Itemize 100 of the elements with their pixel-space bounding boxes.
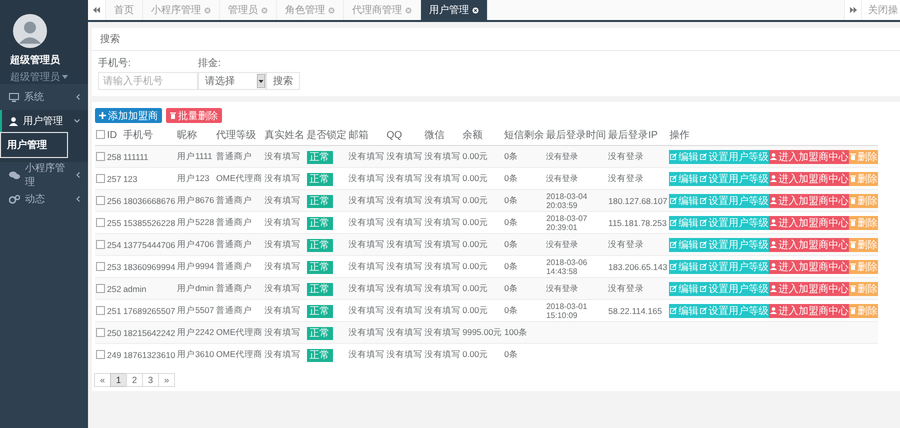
action-button[interactable]: 设置用户等级 (699, 282, 770, 296)
action-button[interactable]: 设置用户等级 (699, 194, 770, 208)
submenu-item[interactable]: 用户管理 (0, 132, 68, 158)
action-button[interactable]: 进入加盟商中心 (769, 194, 850, 208)
action-button[interactable]: 进入加盟商中心 (769, 282, 850, 296)
edit-icon (700, 307, 708, 314)
chevron-left-icon (76, 172, 80, 178)
action-button[interactable]: 编辑 (669, 150, 700, 164)
toolbar-button[interactable]: 添加加盟商 (95, 108, 162, 123)
action-button[interactable]: 进入加盟商中心 (769, 216, 850, 230)
phone-input[interactable]: 请输入手机号 (98, 72, 198, 90)
action-button[interactable]: 进入加盟商中心 (769, 238, 850, 252)
action-button[interactable]: 设置用户等级 (699, 304, 770, 318)
action-button[interactable]: 删除 (849, 150, 878, 164)
action-button[interactable]: 进入加盟商中心 (769, 172, 850, 186)
action-button[interactable]: 删除 (849, 172, 878, 186)
action-button[interactable]: 删除 (849, 260, 878, 274)
row-checkbox[interactable] (96, 240, 105, 249)
table-cell: 没有填写 (264, 278, 306, 300)
table-cell: 18036668676 (122, 190, 176, 212)
action-button[interactable]: 删除 (849, 304, 878, 318)
tab[interactable]: 管理员 (220, 0, 277, 20)
menu-item[interactable]: 系统 (0, 86, 88, 108)
action-button[interactable]: 设置用户等级 (699, 260, 770, 274)
table-cell: 普通商户 (215, 190, 264, 212)
toolbar-button[interactable]: 批量删除 (166, 108, 222, 123)
close-icon[interactable] (472, 6, 479, 14)
row-checkbox[interactable] (96, 196, 105, 205)
table-cell: 249 (106, 344, 122, 365)
status-badge: 正常 (306, 304, 332, 318)
previous-page-button[interactable]: « (94, 373, 112, 387)
action-button[interactable]: 删除 (849, 282, 878, 296)
table-cell: 250 (106, 322, 122, 344)
search-button[interactable]: 搜索 (266, 72, 300, 90)
monitor-icon (9, 92, 19, 102)
select-field[interactable]: 请选择 (198, 72, 266, 90)
action-button[interactable]: 删除 (849, 216, 878, 230)
edit-icon (700, 175, 708, 182)
action-button[interactable]: 设置用户等级 (699, 150, 770, 164)
scroll-left-button[interactable] (88, 0, 106, 20)
table-cell: 没有填写 (424, 322, 462, 344)
table-cell: 111111 (122, 146, 176, 168)
next-page-button[interactable]: » (158, 373, 176, 387)
row-checkbox[interactable] (96, 262, 105, 271)
table-cell: 没有填写 (264, 322, 306, 344)
row-checkbox[interactable] (96, 306, 105, 315)
trash-icon (850, 219, 856, 226)
table-cell: 0.00元 (462, 190, 504, 212)
table-cell: 没有登录 (546, 174, 578, 183)
user-icon (770, 175, 778, 182)
row-checkbox[interactable] (96, 152, 105, 161)
action-button[interactable]: 进入加盟商中心 (769, 260, 850, 274)
table-cell: 没有填写 (348, 322, 386, 344)
action-button[interactable]: 进入加盟商中心 (769, 304, 850, 318)
row-checkbox[interactable] (96, 350, 105, 359)
action-button[interactable]: 设置用户等级 (699, 216, 770, 230)
table-cell: 183.206.65.143 (608, 262, 668, 272)
action-button[interactable]: 编辑 (669, 260, 700, 274)
user-icon (9, 116, 18, 126)
row-checkbox[interactable] (96, 174, 105, 183)
close-operations-button[interactable]: 关闭操 (862, 0, 900, 20)
page-button[interactable]: 1 (110, 373, 128, 387)
row-checkbox[interactable] (96, 284, 105, 293)
select-all-checkbox[interactable] (96, 130, 105, 140)
action-button[interactable]: 删除 (849, 194, 878, 208)
row-checkbox[interactable] (96, 328, 105, 337)
tab[interactable]: 首页 (106, 0, 143, 20)
scroll-right-button[interactable] (844, 0, 862, 20)
table-cell: 0条 (503, 190, 546, 212)
action-button[interactable]: 编辑 (669, 282, 700, 296)
table-cell: 115.181.78.253 (608, 218, 667, 228)
page-button[interactable]: 3 (142, 373, 160, 387)
table-cell: 没有填写 (386, 322, 424, 344)
action-button[interactable]: 编辑 (669, 304, 700, 318)
table-cell: 0条 (503, 146, 546, 168)
page-button[interactable]: 2 (126, 373, 144, 387)
status-badge: 正常 (306, 326, 332, 340)
menu-item[interactable]: 用户管理 (0, 110, 88, 132)
table-cell: OME代理商 (215, 344, 264, 365)
tab[interactable]: 用户管理 (421, 0, 488, 20)
user-role-dropdown[interactable]: 超级管理员 (10, 70, 88, 84)
edit-icon (670, 263, 678, 270)
menu-item[interactable]: 动态 (0, 188, 88, 210)
table-cell: 没有填写 (348, 234, 386, 256)
action-button[interactable]: 删除 (849, 238, 878, 252)
action-button[interactable]: 编辑 (669, 238, 700, 252)
row-checkbox[interactable] (96, 218, 105, 227)
action-button[interactable]: 编辑 (669, 172, 700, 186)
edit-icon (700, 241, 708, 248)
action-button[interactable]: 设置用户等级 (699, 172, 770, 186)
plus-icon (99, 112, 106, 119)
table-cell: 18761323610 (122, 344, 176, 365)
action-button[interactable]: 设置用户等级 (699, 238, 770, 252)
action-button[interactable]: 进入加盟商中心 (769, 150, 850, 164)
tab[interactable]: 小程序管理 (143, 0, 220, 20)
table-cell: 0条 (503, 278, 546, 300)
action-button[interactable]: 编辑 (669, 194, 700, 208)
menu-item[interactable]: 小程序管理 (0, 164, 88, 186)
action-button[interactable]: 编辑 (669, 216, 700, 230)
tab[interactable]: 角色管理 (277, 0, 344, 20)
